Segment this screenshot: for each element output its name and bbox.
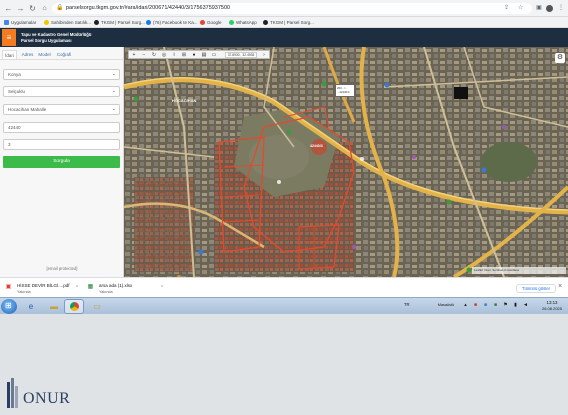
parcel-label: 42440/3: [310, 144, 323, 148]
forward-icon[interactable]: →: [16, 4, 25, 13]
marker-icon[interactable]: ●: [190, 51, 198, 59]
tab-cografi[interactable]: Coğrafi: [55, 50, 73, 59]
pdf-icon: ▣: [5, 284, 12, 290]
app-tray-icon[interactable]: ■: [482, 302, 489, 309]
show-all-downloads-button[interactable]: Tümünü göster: [516, 284, 556, 293]
parcel-popup[interactable]: 200.../... ...42440/3: [335, 84, 355, 97]
start-button[interactable]: ⊞: [1, 299, 17, 314]
chevron-down-icon: ⌄: [111, 71, 116, 77]
close-icon[interactable]: ×: [558, 283, 562, 290]
app-header: ≡ Tapu ve Kadastro Genel Müdürlüğü Parse…: [0, 28, 568, 47]
language-indicator[interactable]: TR: [404, 302, 410, 307]
map-toolbar: + − ↻ ◎ i ⊞ ● ▤ ▭ 37.8930 ; 32.4935 ›: [128, 50, 270, 59]
facebook-icon: [146, 19, 151, 25]
internet-explorer-icon[interactable]: e: [21, 299, 41, 314]
whatsapp-icon: [229, 19, 234, 25]
download-bar: ▣ HİSSE DEVİR BİLGİ....pdf Yakında ⌃ ▦ a…: [0, 277, 568, 297]
star-icon[interactable]: ☆: [518, 4, 523, 11]
taskbar: ⊞ e ▬ ▭ TR Masaüstü ▴ ■ ■ ■ ⚑ ▮ ◄ 13:13 …: [0, 297, 568, 314]
chevron-up-icon[interactable]: ⌃: [160, 285, 164, 291]
antivirus-icon[interactable]: ■: [472, 302, 479, 309]
search-sidebar: İdari Adres Model Coğrafi Konya ⌄ Selçukl…: [0, 47, 124, 277]
expand-icon[interactable]: ›: [260, 51, 268, 59]
header-subtitle: Parsel Sorgu Uygulaması: [21, 38, 72, 43]
zoom-out-icon[interactable]: −: [140, 51, 148, 59]
sahibinden-icon: [44, 19, 49, 25]
desktop-background: ONUR: [0, 314, 568, 415]
file-explorer-icon[interactable]: ▬: [44, 299, 64, 314]
home-icon[interactable]: ⌂: [40, 4, 49, 13]
tab-adres[interactable]: Adres: [19, 50, 36, 59]
download-item[interactable]: ▣ HİSSE DEVİR BİLGİ....pdf Yakında: [4, 280, 84, 296]
google-icon: [200, 19, 205, 25]
speaker-icon[interactable]: ◄: [522, 302, 529, 309]
query-button[interactable]: Sorgula: [3, 156, 120, 168]
tab-idari[interactable]: İdari: [2, 50, 17, 59]
district-label: HOCACİHAN: [172, 98, 197, 103]
bookmark-apps[interactable]: Uygulamalar: [4, 19, 36, 27]
layers-icon[interactable]: ▤: [200, 51, 208, 59]
reload-icon[interactable]: ↻: [28, 4, 37, 13]
bookmark-tkgm-2[interactable]: TKGM | Parsel Sorg...: [263, 19, 314, 27]
target-icon[interactable]: ◎: [160, 51, 168, 59]
folder-icon[interactable]: ▭: [87, 299, 107, 314]
neighborhood-select[interactable]: Hocacihan Mahalle ⌄: [3, 104, 120, 115]
tray-arrow-icon[interactable]: ▴: [462, 302, 469, 309]
share-icon[interactable]: ⇪: [504, 4, 509, 11]
satellite-map[interactable]: [124, 47, 568, 277]
gear-icon[interactable]: ⚙: [555, 53, 565, 63]
print-icon[interactable]: ▭: [210, 51, 218, 59]
flag-icon[interactable]: ⚑: [502, 302, 509, 309]
coordinate-readout: 37.8930 ; 32.4935: [225, 52, 257, 58]
block-input[interactable]: 42440: [3, 122, 120, 133]
tab-model[interactable]: Model: [37, 50, 52, 59]
refresh-icon[interactable]: ↻: [150, 51, 158, 59]
chevron-down-icon: ⌄: [111, 88, 116, 94]
onur-logo: ONUR: [5, 376, 87, 410]
network-icon[interactable]: ▮: [512, 302, 519, 309]
chrome-icon[interactable]: [64, 299, 84, 314]
measure-icon[interactable]: ⊞: [180, 51, 188, 59]
bookmark-whatsapp[interactable]: WhatsApp: [229, 19, 257, 27]
system-clock[interactable]: 13:13 26.08.2025: [538, 300, 566, 311]
bookmark-google[interactable]: Google: [200, 19, 222, 27]
map-attribution: Leaflet | Esri, Sentinel-2 cloudless: [472, 267, 566, 274]
tab-divider: [0, 59, 124, 60]
map-view[interactable]: 200.../... ...42440/3 42440/3 HOCACİHAN …: [124, 47, 568, 277]
province-select[interactable]: Konya ⌄: [3, 69, 120, 80]
bookmark-facebook[interactable]: (76) Facebook te Ka...: [146, 19, 198, 27]
back-icon[interactable]: ←: [4, 4, 13, 13]
extensions-icon[interactable]: ▣: [535, 4, 543, 13]
bookmarks-bar: Uygulamalar Sahibinden Satılık... TKGM |…: [0, 17, 568, 28]
browser-toolbar: ← → ↻ ⌂ 🔒 parselsorgu.tkgm.gov.tr/#ara/i…: [0, 0, 568, 17]
district-select[interactable]: Selçuklu ⌄: [3, 86, 120, 97]
menu-icon[interactable]: ⋮: [557, 4, 565, 13]
chevron-up-icon[interactable]: ⌃: [75, 285, 79, 291]
profile-avatar[interactable]: [546, 5, 553, 12]
windows-logo-icon: ⊞: [5, 301, 12, 310]
contact-email[interactable]: [email protected]: [0, 266, 124, 271]
chevron-down-icon: ⌄: [111, 106, 116, 112]
bookmark-sahibinden[interactable]: Sahibinden Satılık...: [44, 19, 91, 27]
bookmark-tkgm-1[interactable]: TKGM | Parsel Sorg...: [94, 19, 145, 27]
parcel-input[interactable]: 3: [3, 139, 120, 150]
location-pin-icon: [263, 19, 268, 25]
info-icon[interactable]: i: [170, 51, 178, 59]
app-tray-icon[interactable]: ■: [492, 302, 499, 309]
popup-line: ...42440/3: [337, 90, 350, 94]
hamburger-menu-icon[interactable]: ≡: [2, 29, 16, 46]
zoom-in-icon[interactable]: +: [130, 51, 138, 59]
address-bar[interactable]: 🔒 parselsorgu.tkgm.gov.tr/#ara/idari/200…: [52, 3, 532, 14]
download-item[interactable]: ▦ arsa ada (1).xlsx Yakında: [86, 280, 166, 296]
lock-icon: 🔒: [56, 5, 64, 11]
location-pin-icon: [94, 19, 99, 25]
excel-icon: ▦: [87, 284, 94, 290]
desktop-toolbar[interactable]: Masaüstü: [434, 301, 458, 309]
url-text: parselsorgu.tkgm.gov.tr/#ara/idari/20067…: [66, 5, 231, 11]
apps-grid-icon: [4, 19, 9, 25]
header-title: Tapu ve Kadastro Genel Müdürlüğü: [21, 32, 92, 37]
logo-text: ONUR: [23, 390, 71, 407]
